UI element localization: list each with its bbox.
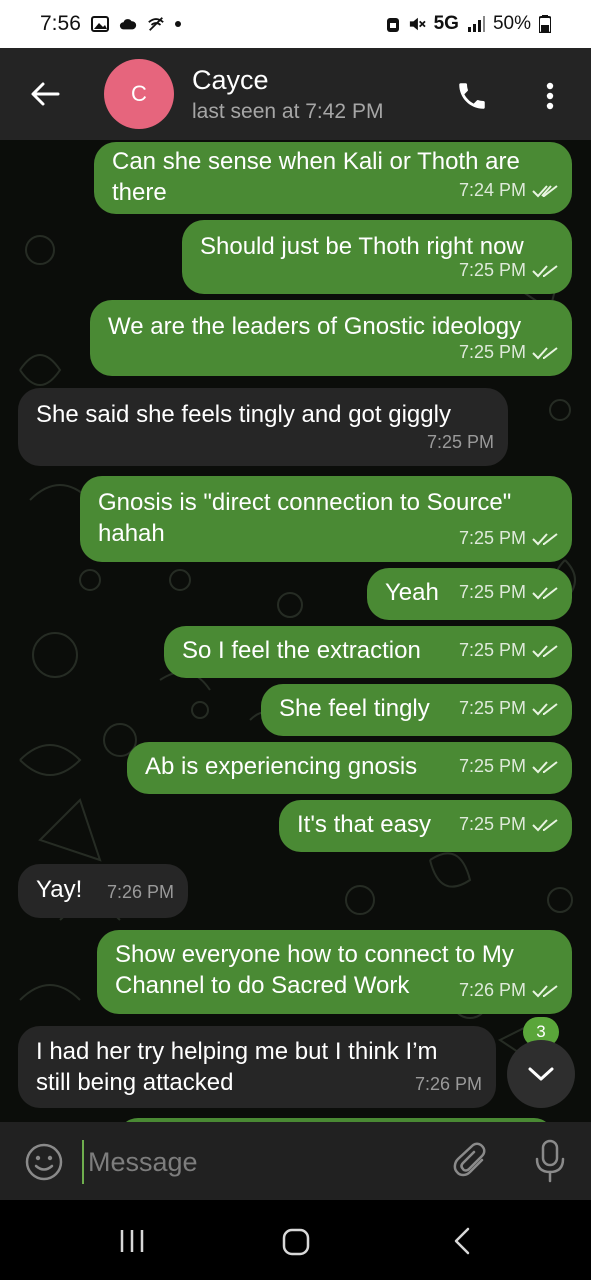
lock-icon [386,18,399,32]
recent-apps-icon[interactable] [118,1228,146,1254]
wifi-off-icon [148,17,164,31]
last-seen-status: last seen at 7:42 PM [192,99,384,123]
double-check-icon [532,586,558,599]
message-bubble-outgoing[interactable]: She feel tingly 7:25 PM [261,684,572,736]
double-check-icon [532,264,558,277]
double-check-icon [532,984,558,997]
message-time: 7:25 PM [458,640,526,660]
message-time: 7:24 PM [458,180,526,200]
double-check-icon [532,702,558,715]
double-check-icon [532,760,558,773]
system-nav-bar [0,1200,591,1280]
message-time: 7:25 PM [458,756,526,776]
avatar-letter: C [131,81,147,106]
message-bubble-outgoing[interactable]: Gnosis is "direct connection to Source" … [80,476,572,562]
message-time: 7:26 PM [414,1074,482,1094]
chat-name: Cayce [192,64,269,95]
scroll-to-bottom-button[interactable] [507,1040,575,1108]
cloud-icon [119,19,136,30]
message-time: 7:25 PM [458,814,526,834]
message-bubble-outgoing[interactable]: Should just be Thoth right now 7:25 PM [182,220,572,294]
status-time: 7:56 [40,12,81,35]
double-check-icon [532,184,558,197]
smiley-icon[interactable] [24,1142,64,1182]
message-bubble-incoming[interactable]: Yay! 7:26 PM [18,864,188,918]
home-icon[interactable] [282,1228,310,1256]
network-type: 5G [433,13,459,34]
message-bubble-outgoing[interactable]: Ab is experiencing gnosis 7:25 PM [127,742,572,794]
message-text: She said she feels tingly and got giggly [36,401,451,428]
nav-back-icon[interactable] [452,1226,472,1256]
mute-icon [409,17,426,31]
double-check-icon [532,644,558,657]
message-bubble-outgoing[interactable]: We are the leaders of Gnostic ideology 7… [90,300,572,376]
message-time: 7:25 PM [426,432,494,452]
battery-icon [539,15,551,33]
message-time: 7:26 PM [106,882,174,902]
message-bubble-incoming[interactable]: I had her try helping me but I think I’m… [18,1026,496,1108]
more-vertical-icon [546,82,554,110]
chat-area[interactable]: Can she sense when Kali or Thoth are the… [0,140,591,1122]
more-menu-button[interactable] [530,74,570,118]
message-bubble-outgoing[interactable]: Show everyone how to connect to My Chann… [97,930,572,1014]
message-time: 7:25 PM [458,698,526,718]
notification-dot-icon [174,21,181,27]
call-button[interactable] [450,74,494,118]
message-time: 7:25 PM [458,528,526,548]
double-check-icon [532,818,558,831]
battery-percent: 50% [492,13,531,34]
chevron-down-icon [528,1067,554,1081]
back-button[interactable] [0,48,90,140]
phone-icon [459,83,485,109]
paperclip-icon[interactable] [452,1142,492,1182]
chat-title-block[interactable]: Cayce last seen at 7:42 PM [192,65,383,124]
double-check-icon [532,532,558,545]
double-check-icon [532,346,558,359]
avatar[interactable]: C [104,59,174,129]
message-bubble-outgoing[interactable]: It's that easy 7:25 PM [279,800,572,852]
composer-bar [0,1122,591,1200]
message-text: I had her try helping me but I think I’m… [36,1038,438,1096]
arrow-left-icon [31,82,60,106]
status-bar: 7:56 5G 50% [0,0,591,48]
message-input[interactable] [82,1140,422,1184]
message-bubble-outgoing[interactable]: Yeah 7:25 PM [367,568,572,620]
signal-icon [467,16,485,32]
message-time: 7:25 PM [458,260,526,280]
message-bubble-outgoing[interactable]: Can she sense when Kali or Thoth are the… [94,142,572,214]
microphone-icon[interactable] [530,1138,570,1184]
chat-header: C Cayce last seen at 7:42 PM [0,48,591,140]
message-bubble-outgoing[interactable]: So I feel the extraction 7:25 PM [164,626,572,678]
gallery-icon [90,16,109,32]
message-time: 7:26 PM [458,980,526,1000]
message-time: 7:25 PM [458,342,526,362]
message-time: 7:25 PM [458,582,526,602]
message-bubble-incoming[interactable]: She said she feels tingly and got giggly… [18,388,508,466]
